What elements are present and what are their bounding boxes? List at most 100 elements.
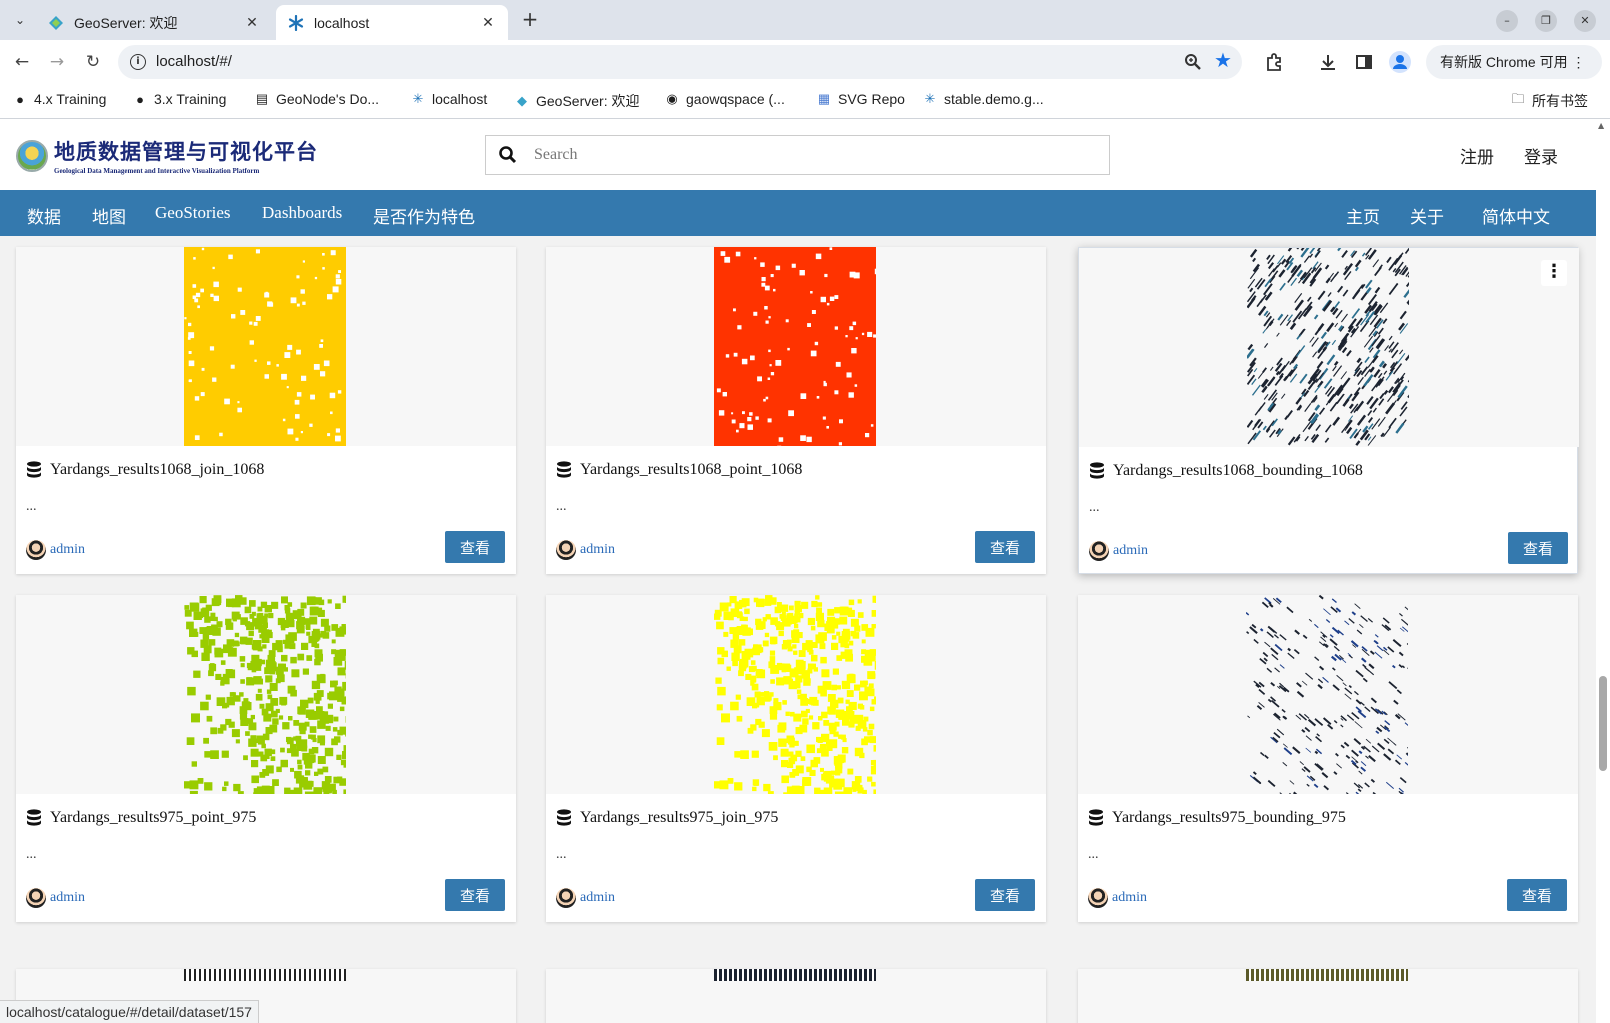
tab-close-icon[interactable]: ✕ — [480, 14, 496, 31]
card-title[interactable]: Yardangs_results975_bounding_975 — [1088, 809, 1346, 827]
search-icon[interactable] — [498, 145, 518, 165]
bookmark-item[interactable]: ● 4.x Training — [12, 91, 106, 107]
scroll-up-arrow-icon[interactable]: ▲ — [1598, 121, 1604, 130]
card-title[interactable]: Yardangs_results1068_bounding_1068 — [1089, 462, 1363, 480]
address-url[interactable]: localhost/#/ — [156, 53, 232, 70]
tab-search-button[interactable]: ⌄ — [8, 9, 32, 31]
nav-data[interactable]: 数据 — [27, 203, 61, 228]
resource-card-partial[interactable] — [1078, 969, 1578, 1023]
new-tab-button[interactable]: + — [518, 8, 542, 32]
bookmark-item[interactable]: ◉ gaowqspace (... — [664, 91, 785, 107]
card-thumbnail — [1078, 969, 1578, 1023]
resource-card[interactable]: Yardangs_results1068_join_1068 ... admin… — [16, 247, 516, 574]
resource-card-partial[interactable] — [546, 969, 1046, 1023]
view-button[interactable]: 查看 — [1507, 879, 1567, 911]
nav-language[interactable]: 简体中文 — [1482, 203, 1550, 228]
card-title-text: Yardangs_results975_join_975 — [580, 809, 779, 826]
side-panel-icon[interactable] — [1354, 52, 1374, 72]
card-title[interactable]: Yardangs_results975_join_975 — [556, 809, 778, 827]
view-button[interactable]: 查看 — [445, 531, 505, 563]
nav-featured[interactable]: 是否作为特色 — [373, 203, 475, 228]
tab-close-icon[interactable]: ✕ — [244, 14, 260, 31]
bookmark-label: SVG Repo — [838, 91, 905, 107]
profile-avatar-icon[interactable] — [1388, 50, 1412, 74]
reload-icon[interactable]: ↻ — [81, 50, 105, 74]
tab-localhost[interactable]: localhost ✕ — [276, 5, 508, 40]
extensions-icon[interactable] — [1264, 52, 1284, 72]
tab-geoserver[interactable]: GeoServer: 欢迎 ✕ — [36, 5, 272, 40]
view-button[interactable]: 查看 — [1508, 532, 1568, 564]
bookmark-item[interactable]: ✳ localhost — [410, 91, 488, 107]
card-thumbnail[interactable] — [546, 247, 1046, 446]
card-title[interactable]: Yardangs_results1068_point_1068 — [556, 461, 802, 479]
card-owner[interactable]: admin — [556, 888, 615, 908]
minimize-button[interactable]: – — [1496, 10, 1518, 32]
search-bar[interactable] — [485, 135, 1110, 175]
resource-card[interactable]: Yardangs_results975_join_975 ... admin 查… — [546, 595, 1046, 922]
card-owner[interactable]: admin — [1089, 541, 1148, 561]
nav-about[interactable]: 关于 — [1410, 203, 1444, 228]
bookmark-item[interactable]: ● 3.x Training — [132, 91, 226, 107]
card-description: ... — [1089, 500, 1100, 515]
card-thumbnail[interactable]: ⋮ — [1079, 248, 1579, 447]
nav-dashboards[interactable]: Dashboards — [262, 203, 342, 223]
view-button[interactable]: 查看 — [975, 531, 1035, 563]
site-logo[interactable]: 地质数据管理与可视化平台 Geological Data Management … — [16, 136, 318, 175]
card-title[interactable]: Yardangs_results1068_join_1068 — [26, 461, 264, 479]
tab-title: localhost — [314, 14, 370, 31]
card-owner[interactable]: admin — [556, 540, 615, 560]
downloads-icon[interactable] — [1318, 52, 1338, 72]
card-thumbnail[interactable] — [16, 247, 516, 446]
bookmarks-bar: ● 4.x Training ● 3.x Training ▤ GeoNode's D… — [0, 83, 1610, 119]
card-owner[interactable]: admin — [26, 540, 85, 560]
address-bar[interactable]: i localhost/#/ ★ — [118, 45, 1242, 79]
register-link[interactable]: 注册 — [1460, 143, 1494, 168]
resource-card[interactable]: Yardangs_results975_point_975 ... admin … — [16, 595, 516, 922]
dataset-icon — [557, 809, 571, 826]
resource-card[interactable]: Yardangs_results975_bounding_975 ... adm… — [1078, 595, 1578, 922]
all-bookmarks-button[interactable]: 🗀 所有书签 — [1510, 91, 1588, 111]
zoom-icon[interactable] — [1184, 53, 1202, 71]
resource-card[interactable]: Yardangs_results1068_point_1068 ... admi… — [546, 247, 1046, 574]
card-thumbnail[interactable] — [1078, 595, 1578, 794]
chrome-update-button[interactable]: 有新版 Chrome 可用 ⋮ — [1426, 45, 1602, 79]
browser-toolbar: ← → ↻ i localhost/#/ ★ 有新版 Chrome 可用 ⋮ — [0, 40, 1610, 83]
card-owner[interactable]: admin — [26, 888, 85, 908]
view-button[interactable]: 查看 — [975, 879, 1035, 911]
back-icon[interactable]: ← — [10, 50, 34, 74]
globe-icon: ● — [136, 91, 144, 107]
card-thumbnail[interactable] — [16, 595, 516, 794]
card-thumbnail[interactable] — [546, 595, 1046, 794]
card-owner[interactable]: admin — [1088, 888, 1147, 908]
card-menu-icon[interactable]: ⋮ — [1541, 260, 1567, 286]
card-description: ... — [1088, 847, 1099, 862]
site-info-icon[interactable]: i — [130, 54, 146, 70]
bookmark-label: stable.demo.g... — [944, 91, 1044, 107]
bookmark-item[interactable]: ▦ SVG Repo — [816, 91, 905, 107]
page-content: 地质数据管理与可视化平台 Geological Data Management … — [0, 119, 1596, 1023]
nav-home[interactable]: 主页 — [1346, 203, 1380, 228]
tab-title: GeoServer: 欢迎 — [74, 14, 178, 31]
search-input[interactable] — [534, 142, 1094, 168]
card-title-text: Yardangs_results1068_point_1068 — [580, 461, 803, 478]
bookmark-item[interactable]: ◆ GeoServer: 欢迎 — [514, 91, 639, 111]
close-window-button[interactable]: ✕ — [1574, 10, 1596, 32]
maximize-button[interactable]: ❐ — [1535, 10, 1557, 32]
card-thumbnail — [546, 969, 1046, 1023]
nav-geostories[interactable]: GeoStories — [155, 203, 231, 223]
forward-icon[interactable]: → — [45, 50, 69, 74]
resource-card[interactable]: ⋮ Yardangs_results1068_bounding_1068 ...… — [1078, 247, 1579, 574]
card-title-text: Yardangs_results975_point_975 — [50, 809, 257, 826]
bookmark-item[interactable]: ▤ GeoNode's Do... — [254, 91, 379, 107]
view-button[interactable]: 查看 — [445, 879, 505, 911]
page-scrollbar[interactable] — [1596, 119, 1610, 1023]
owner-name: admin — [50, 542, 85, 557]
scrollbar-thumb[interactable] — [1599, 676, 1607, 771]
bookmark-item[interactable]: ✳ stable.demo.g... — [922, 91, 1044, 107]
login-link[interactable]: 登录 — [1524, 143, 1558, 168]
card-title-text: Yardangs_results1068_bounding_1068 — [1113, 462, 1363, 479]
nav-maps[interactable]: 地图 — [92, 203, 126, 228]
card-title[interactable]: Yardangs_results975_point_975 — [26, 809, 256, 827]
bookmark-star-icon[interactable]: ★ — [1214, 48, 1232, 72]
globe-icon: ● — [16, 91, 24, 107]
